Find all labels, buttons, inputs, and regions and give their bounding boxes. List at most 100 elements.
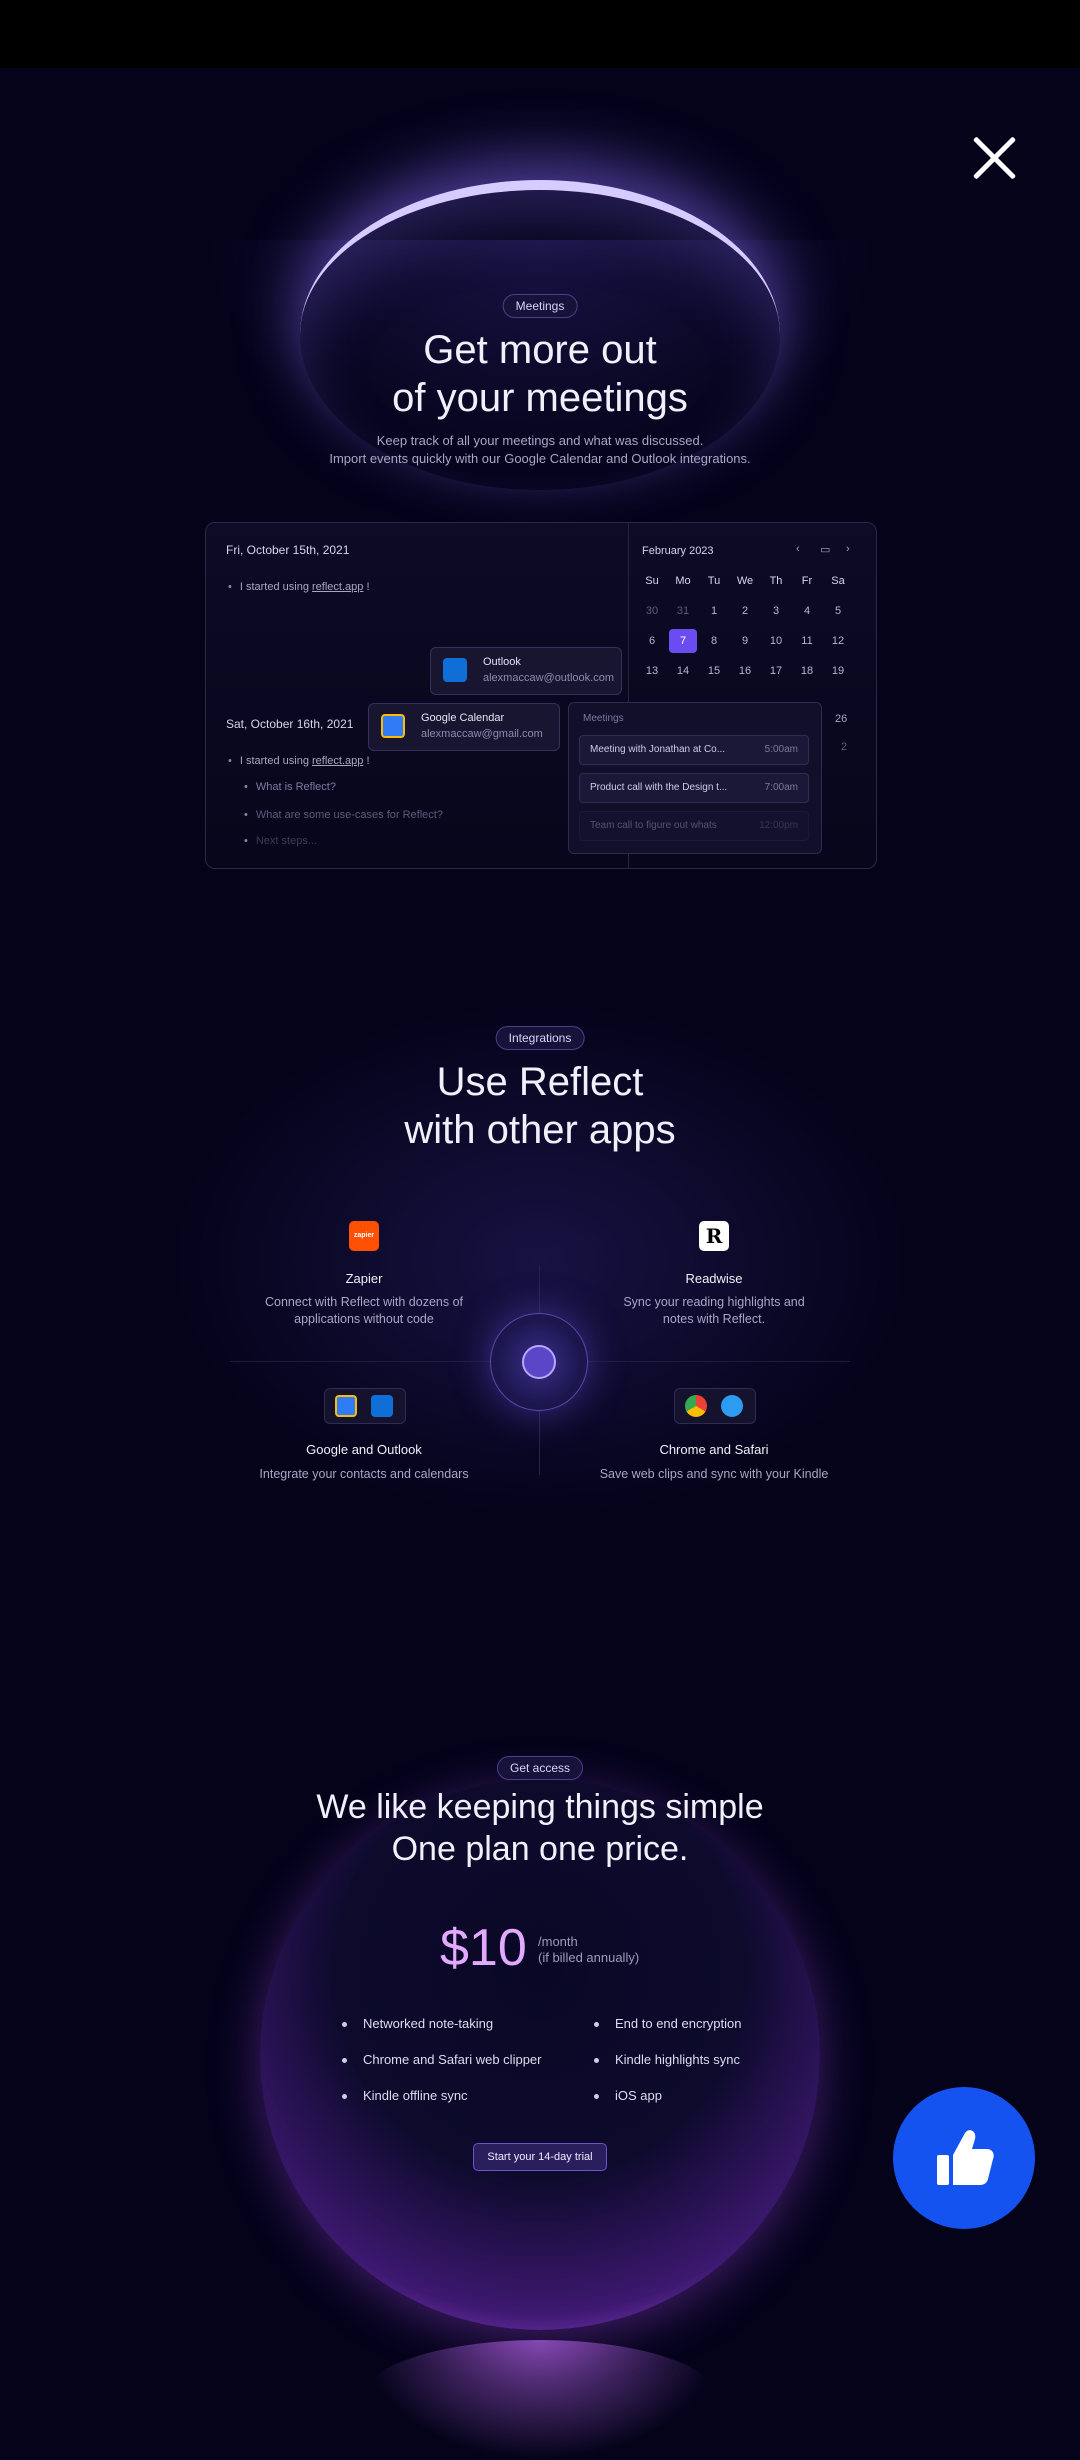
safari-icon [721, 1395, 743, 1417]
price-period-line2: (if billed annually) [538, 1950, 640, 1965]
zapier-desc-1: Connect with Reflect with dozens of [264, 1295, 464, 1309]
calendar-weekday: Sa [831, 575, 845, 587]
readwise-desc-1: Sync your reading highlights and [623, 1295, 805, 1309]
meeting-row[interactable]: Product call with the Design t... 7:00am [579, 773, 809, 803]
question-2: What are some use-cases for Reflect? [244, 809, 443, 821]
calendar-day[interactable]: 17 [762, 665, 790, 677]
feature-item: Kindle highlights sync [594, 2052, 740, 2067]
thumbs-up-icon [937, 2130, 994, 2185]
feature-item: Networked note-taking [342, 2016, 493, 2031]
calendar-day[interactable]: 3 [762, 605, 790, 617]
calendar-day[interactable]: 12 [824, 635, 852, 647]
calendar-day[interactable]: 31 [669, 605, 697, 617]
pricing-title-line2: One plan one price. [391, 1830, 689, 1868]
calendar-day[interactable]: 14 [669, 665, 697, 677]
outlook-email: alexmaccaw@outlook.com [483, 672, 614, 684]
close-icon[interactable] [966, 130, 1022, 186]
readwise-desc-2: notes with Reflect. [662, 1312, 766, 1326]
integrations-title-line2: with other apps [404, 1108, 676, 1152]
google-email: alexmaccaw@gmail.com [421, 728, 543, 740]
question-3: Next steps... [244, 835, 317, 847]
zapier-desc-2: applications without code [294, 1312, 434, 1326]
meetings-title-line1: Get more out [423, 328, 657, 372]
google-outlook-tile[interactable]: Google and Outlook Integrate your contac… [204, 1442, 524, 1484]
zapier-tile[interactable]: Zapier Connect with Reflect with dozens … [204, 1271, 524, 1328]
calendar-day[interactable]: 1 [700, 605, 728, 617]
readwise-name: Readwise [685, 1271, 743, 1286]
price-period: /month (if billed annually) [538, 1934, 639, 1966]
meetings-subtitle-line2: Import events quickly with our Google Ca… [329, 451, 751, 466]
reflect-hub-icon [490, 1313, 588, 1411]
readwise-logo: R [699, 1221, 729, 1251]
calendar-day[interactable]: 9 [731, 635, 759, 647]
google-calendar-icon [335, 1395, 357, 1417]
outlook-name: Outlook [483, 656, 521, 668]
readwise-tile[interactable]: Readwise Sync your reading highlights an… [554, 1271, 874, 1328]
day2-note: I started using reflect.app ! [228, 755, 370, 767]
calendar-weekday: We [736, 575, 754, 587]
calendar-day[interactable]: 8 [700, 635, 728, 647]
day1-note: I started using reflect.app ! [228, 581, 370, 593]
calendar-day[interactable]: 11 [793, 635, 821, 647]
day1-heading: Fri, October 15th, 2021 [226, 543, 350, 557]
zapier-logo: zapier [349, 1221, 379, 1251]
meeting-row[interactable]: Team call to figure out whats 12:00pm [579, 811, 809, 841]
calendar-day[interactable]: 10 [762, 635, 790, 647]
outlook-icon [443, 658, 467, 682]
calendar-day[interactable]: 2 [731, 605, 759, 617]
start-trial-button[interactable]: Start your 14-day trial [473, 2143, 607, 2171]
calendar-weekday: Tu [707, 575, 721, 587]
outlook-chip: Outlook alexmaccaw@outlook.com [430, 647, 622, 695]
next-month-icon[interactable]: › [846, 543, 850, 555]
calendar-day[interactable]: 5 [824, 605, 852, 617]
price-period-line1: /month [538, 1934, 578, 1949]
question-1: What is Reflect? [244, 781, 336, 793]
meetings-subtitle-line1: Keep track of all your meetings and what… [376, 433, 704, 448]
calendar-day[interactable]: 15 [700, 665, 728, 677]
calendar-day[interactable]: 13 [638, 665, 666, 677]
outlook-icon [371, 1395, 393, 1417]
calendar-weekday: Th [769, 575, 783, 587]
calendar-day[interactable]: 16 [731, 665, 759, 677]
feature-item: iOS app [594, 2088, 662, 2103]
integrations-title-line1: Use Reflect [436, 1060, 644, 1104]
meetings-panel: Meetings Meeting with Jonathan at Co... 5… [568, 702, 822, 854]
meetings-badge: Meetings [502, 294, 578, 318]
calendar-day[interactable]: 18 [793, 665, 821, 677]
chrome-safari-tile[interactable]: Chrome and Safari Save web clips and syn… [554, 1442, 874, 1484]
meetings-title-line2: of your meetings [392, 376, 688, 420]
chrome-icon [685, 1395, 707, 1417]
chrome-safari-icons [674, 1388, 756, 1424]
meeting-row[interactable]: Meeting with Jonathan at Co... 5:00am [579, 735, 809, 765]
calendar-day[interactable]: 7 [669, 629, 697, 653]
zapier-name: Zapier [345, 1271, 383, 1286]
calendar-day[interactable]: 6 [638, 635, 666, 647]
calendar-day-2: 2 [841, 741, 848, 753]
status-bar [0, 0, 1080, 68]
calendar-day[interactable]: 4 [793, 605, 821, 617]
integrations-badge: Integrations [495, 1026, 585, 1050]
thumbs-up-button[interactable] [893, 2087, 1035, 2229]
calendar-day[interactable]: 19 [824, 665, 852, 677]
feature-item: Kindle offline sync [342, 2088, 468, 2103]
calendar-weekday: Fr [801, 575, 813, 587]
google-name: Google Calendar [421, 712, 505, 724]
chrome-safari-name: Chrome and Safari [659, 1442, 769, 1457]
google-chip: Google Calendar alexmaccaw@gmail.com [368, 703, 560, 751]
google-calendar-icon [381, 714, 405, 738]
day2-heading: Sat, October 16th, 2021 [226, 717, 354, 731]
glow-decoration [360, 2340, 720, 2460]
calendar-icon[interactable]: ▭ [820, 543, 830, 556]
google-outlook-desc: Integrate your contacts and calendars [259, 1467, 469, 1481]
prev-month-icon[interactable]: ‹ [796, 543, 800, 555]
meetings-panel-label: Meetings [583, 713, 624, 724]
calendar-month: February 2023 [642, 545, 714, 557]
feature-item: End to end encryption [594, 2016, 741, 2031]
chrome-safari-desc: Save web clips and sync with your Kindle [599, 1467, 829, 1481]
price-value: $10 [440, 1919, 527, 1977]
calendar-day-26: 26 [835, 713, 848, 725]
google-outlook-icons [324, 1388, 406, 1424]
feature-item: Chrome and Safari web clipper [342, 2052, 541, 2067]
calendar-day[interactable]: 30 [638, 605, 666, 617]
pricing-badge: Get access [496, 1756, 584, 1780]
